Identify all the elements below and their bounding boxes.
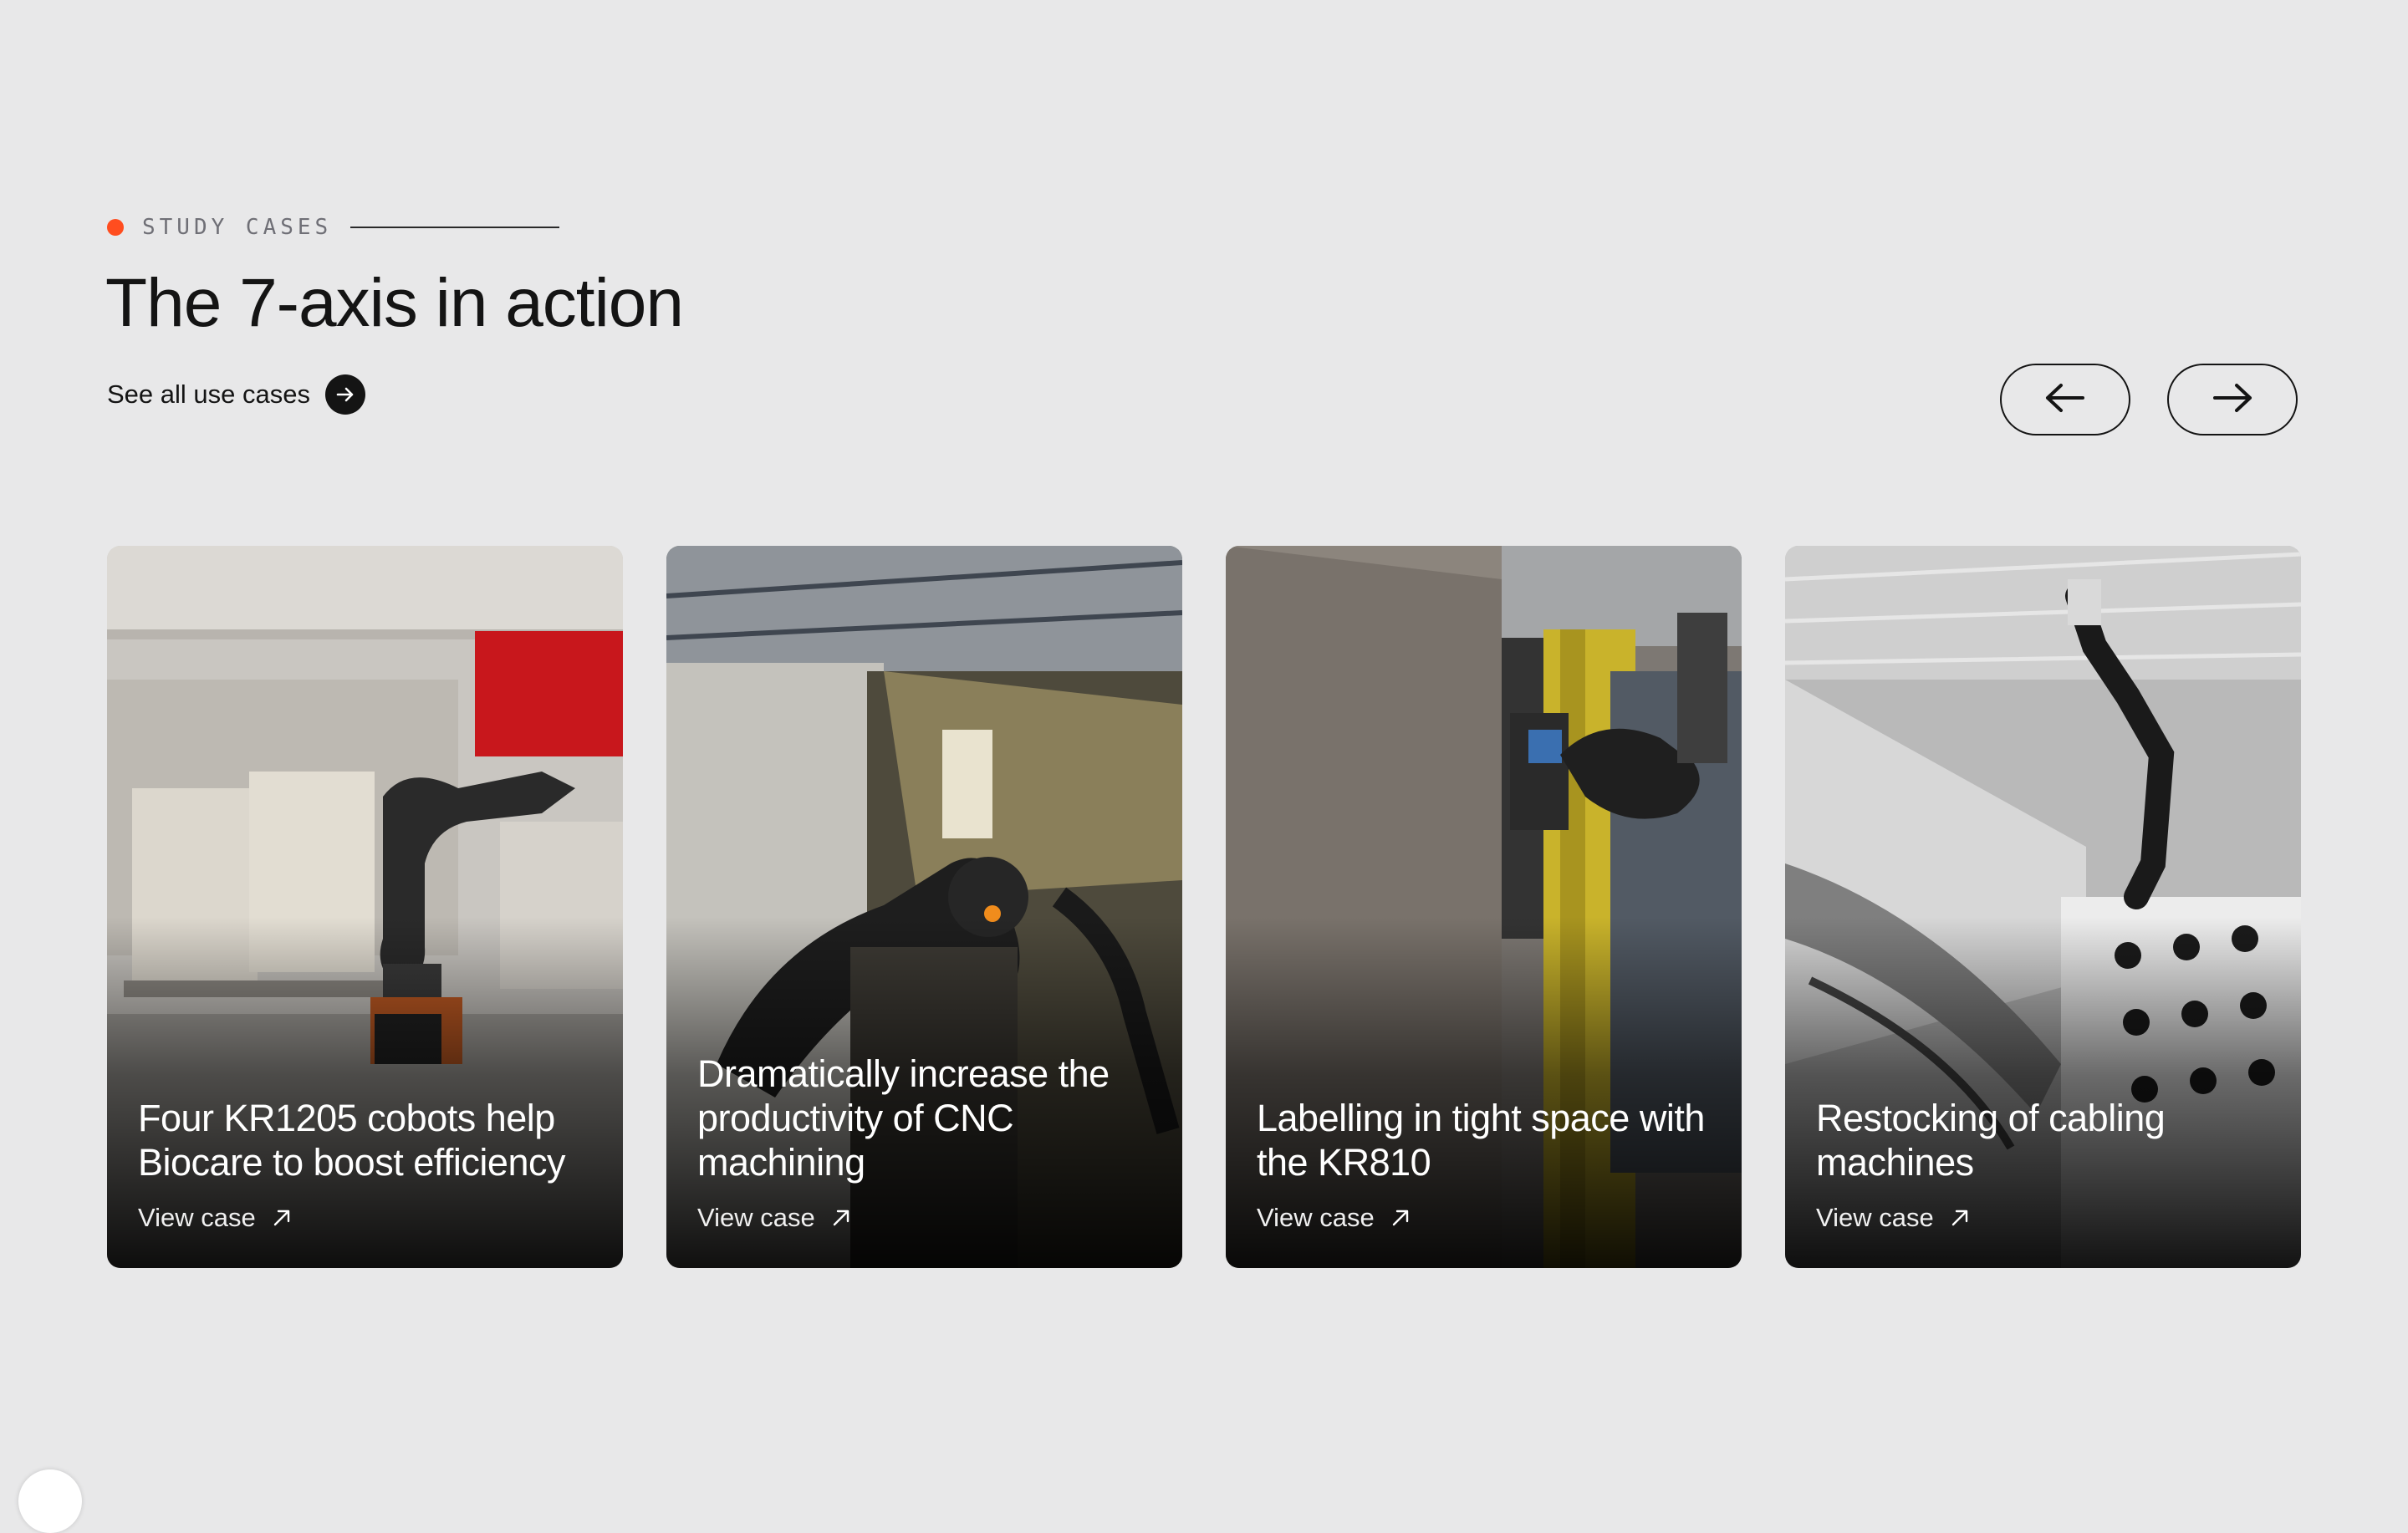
carousel-prev-button[interactable] bbox=[2000, 364, 2130, 435]
floating-widget-button[interactable] bbox=[18, 1469, 82, 1533]
card-title: Four KR1205 cobots help Biocare to boost… bbox=[138, 1097, 565, 1184]
case-card[interactable]: Restocking of cabling machines View case bbox=[1785, 546, 2301, 1268]
card-content: Dramatically increase the productivity o… bbox=[697, 1052, 1157, 1233]
arrow-left-icon bbox=[2043, 381, 2088, 419]
arrow-up-right-icon bbox=[1390, 1207, 1411, 1229]
case-card[interactable]: Labelling in tight space with the KR810 … bbox=[1226, 546, 1742, 1268]
eyebrow-divider bbox=[350, 227, 560, 228]
view-case-label: View case bbox=[1257, 1203, 1375, 1232]
arrow-up-right-icon bbox=[1949, 1207, 1971, 1229]
eyebrow-label: STUDY CASES bbox=[142, 215, 333, 240]
card-title: Restocking of cabling machines bbox=[1816, 1097, 2166, 1184]
section-eyebrow: STUDY CASES bbox=[107, 212, 560, 242]
card-content: Four KR1205 cobots help Biocare to boost… bbox=[138, 1096, 598, 1233]
see-all-use-cases-link[interactable]: See all use cases bbox=[107, 374, 365, 415]
see-all-label: See all use cases bbox=[107, 379, 310, 409]
case-card[interactable]: Dramatically increase the productivity o… bbox=[666, 546, 1182, 1268]
view-case-label: View case bbox=[1816, 1203, 1934, 1232]
arrow-up-right-icon bbox=[830, 1207, 852, 1229]
case-card[interactable]: Four KR1205 cobots help Biocare to boost… bbox=[107, 546, 623, 1268]
view-case-link[interactable]: View case bbox=[697, 1203, 1157, 1233]
card-title: Dramatically increase the productivity o… bbox=[697, 1052, 1110, 1184]
view-case-label: View case bbox=[697, 1203, 815, 1232]
arrow-right-icon bbox=[2210, 381, 2255, 419]
carousel-next-button[interactable] bbox=[2167, 364, 2298, 435]
card-content: Restocking of cabling machines View case bbox=[1816, 1096, 2276, 1233]
view-case-label: View case bbox=[138, 1203, 256, 1232]
view-case-link[interactable]: View case bbox=[1257, 1203, 1717, 1233]
case-study-carousel: Four KR1205 cobots help Biocare to boost… bbox=[107, 546, 2301, 1268]
section-title: The 7-axis in action bbox=[105, 265, 684, 341]
arrow-right-circle-icon bbox=[324, 374, 365, 415]
card-title: Labelling in tight space with the KR810 bbox=[1257, 1097, 1705, 1184]
view-case-link[interactable]: View case bbox=[1816, 1203, 2276, 1233]
view-case-link[interactable]: View case bbox=[138, 1203, 598, 1233]
card-content: Labelling in tight space with the KR810 … bbox=[1257, 1096, 1717, 1233]
eyebrow-dot-icon bbox=[107, 219, 124, 236]
arrow-up-right-icon bbox=[271, 1207, 293, 1229]
